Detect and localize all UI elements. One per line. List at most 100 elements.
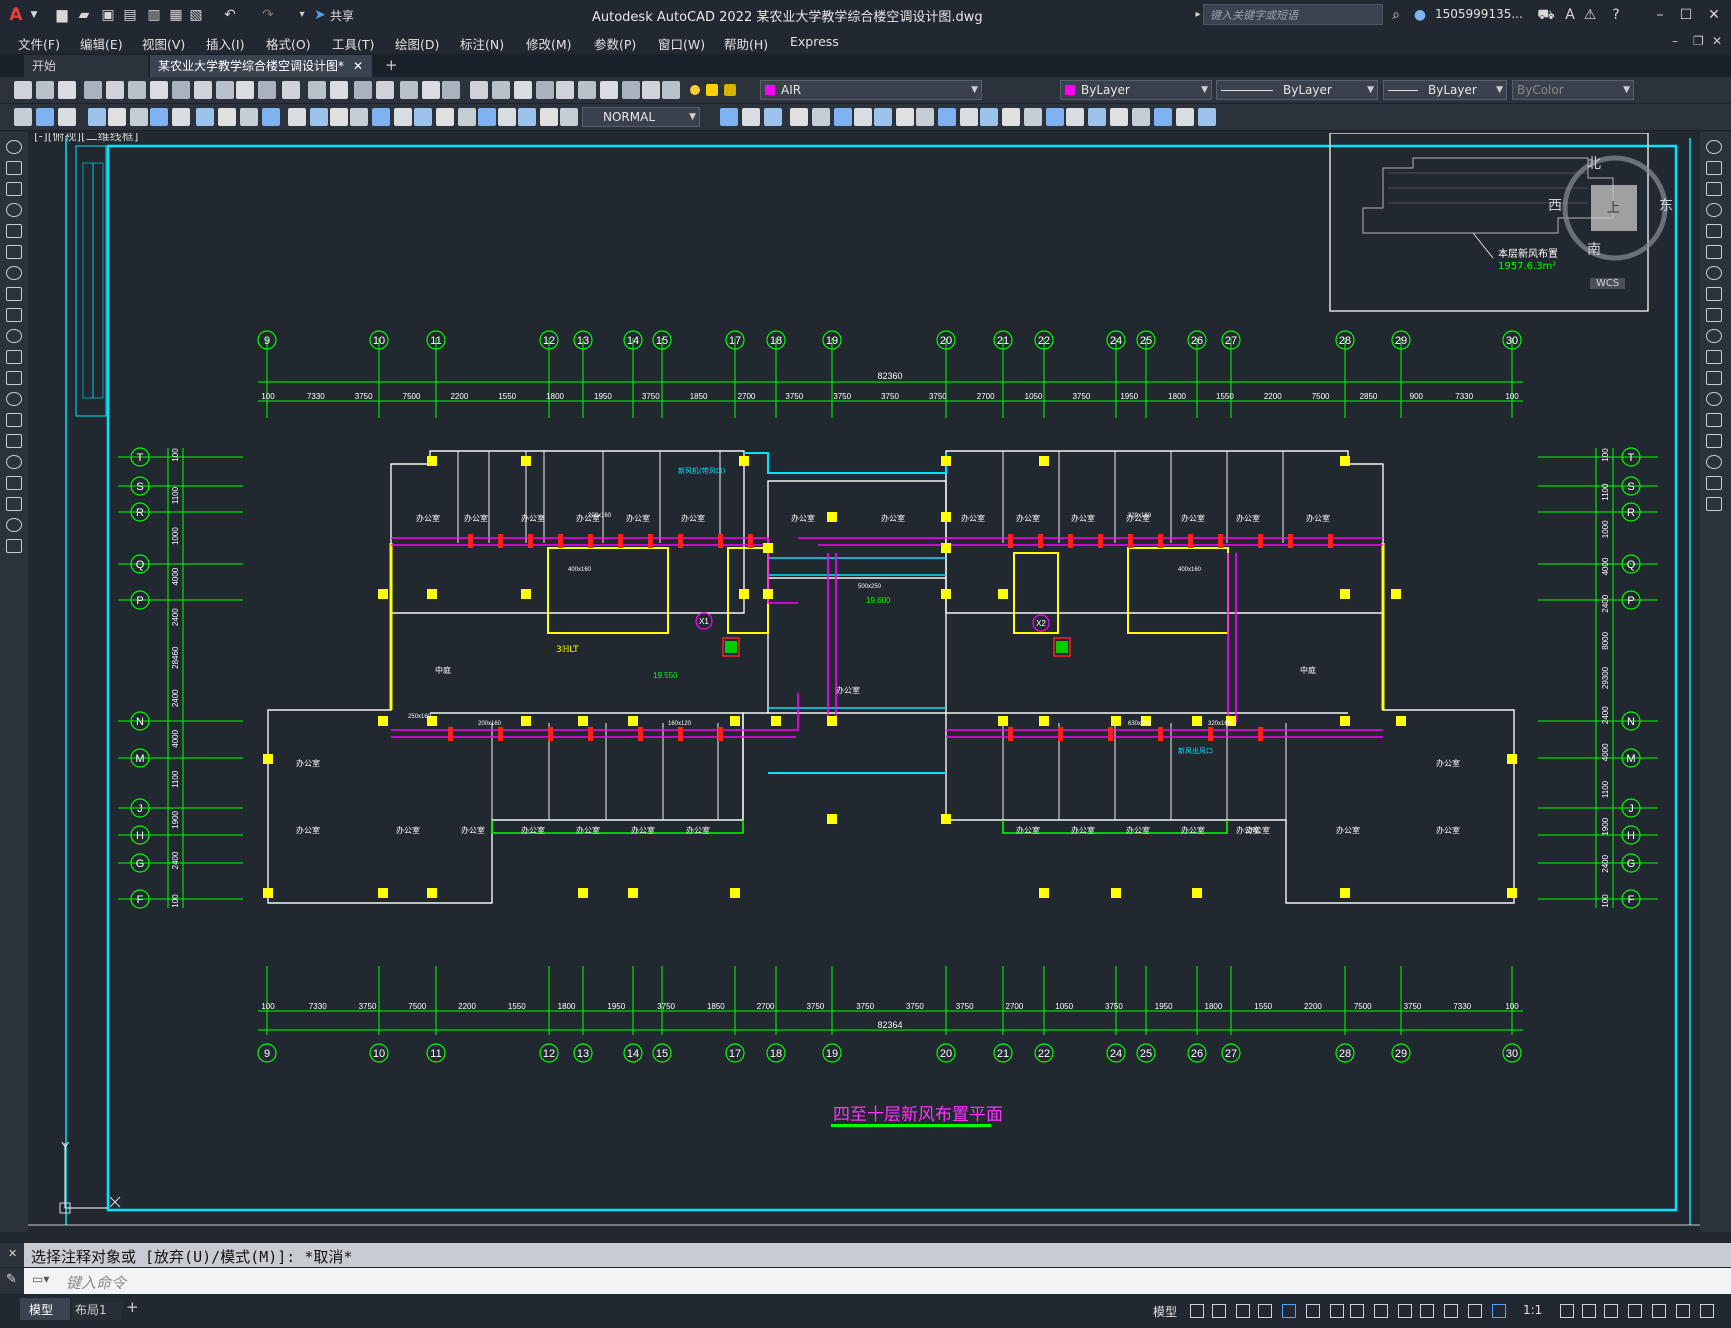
menu-edit[interactable]: 编辑(E) bbox=[80, 34, 123, 53]
status-toggle-icon-8[interactable] bbox=[1350, 1304, 1364, 1318]
status-toggle-icon-7[interactable] bbox=[1330, 1304, 1344, 1318]
draw-palette-icon-3[interactable] bbox=[6, 182, 22, 196]
standard-tool-icon-9[interactable] bbox=[194, 81, 212, 99]
viewcube-east-label[interactable]: 东 bbox=[1659, 195, 1673, 215]
standard-tool-icon-25[interactable] bbox=[556, 81, 574, 99]
lineweight-select[interactable]: ByLayer ▼ bbox=[1383, 80, 1507, 100]
menu-express[interactable]: Express bbox=[790, 34, 839, 49]
draw-palette-icon-9[interactable] bbox=[6, 308, 22, 322]
draw-tool-icon-7[interactable] bbox=[150, 108, 168, 126]
draw-palette-icon-12[interactable] bbox=[6, 371, 22, 385]
save-as-icon[interactable]: ▤ bbox=[120, 5, 140, 25]
draw-tool-icon-28[interactable] bbox=[742, 108, 760, 126]
draw-palette-icon-10[interactable] bbox=[6, 329, 22, 343]
doc-minimize-icon[interactable]: – bbox=[1672, 34, 1678, 48]
standard-tool-icon-18[interactable] bbox=[400, 81, 418, 99]
menu-tools[interactable]: 工具(T) bbox=[332, 34, 374, 53]
draw-tool-icon-17[interactable] bbox=[372, 108, 390, 126]
save-icon[interactable]: ▣ bbox=[98, 5, 118, 25]
draw-tool-icon-3[interactable] bbox=[58, 108, 76, 126]
modify-palette-icon-10[interactable] bbox=[1706, 329, 1722, 343]
draw-tool-icon-4[interactable] bbox=[88, 108, 106, 126]
draw-palette-icon-7[interactable] bbox=[6, 266, 22, 280]
layer-select[interactable]: AIR ▼ bbox=[760, 80, 982, 100]
status-toggle-icon-17[interactable] bbox=[1604, 1304, 1618, 1318]
standard-tool-icon-28[interactable] bbox=[622, 81, 640, 99]
draw-palette-icon-18[interactable] bbox=[6, 497, 22, 511]
draw-tool-icon-41[interactable] bbox=[1024, 108, 1042, 126]
menu-draw[interactable]: 绘图(D) bbox=[395, 34, 439, 53]
wcs-menu[interactable]: WCS bbox=[1590, 278, 1626, 289]
model-space-button[interactable]: 模型 bbox=[1153, 1303, 1177, 1320]
menu-insert[interactable]: 插入(I) bbox=[206, 34, 244, 53]
status-toggle-icon-16[interactable] bbox=[1582, 1304, 1596, 1318]
draw-tool-icon-48[interactable] bbox=[1176, 108, 1194, 126]
redo-icon[interactable]: ↷ bbox=[258, 5, 278, 25]
draw-tool-icon-19[interactable] bbox=[414, 108, 432, 126]
standard-tool-icon-27[interactable] bbox=[600, 81, 618, 99]
draw-tool-icon-40[interactable] bbox=[1002, 108, 1020, 126]
menu-parametric[interactable]: 参数(P) bbox=[594, 34, 636, 53]
modify-palette-icon-18[interactable] bbox=[1706, 497, 1722, 511]
close-command-icon[interactable]: ✕ bbox=[8, 1247, 17, 1260]
status-toggle-icon-4[interactable] bbox=[1258, 1304, 1272, 1318]
standard-tool-icon-4[interactable] bbox=[84, 81, 102, 99]
tab-start[interactable]: 开始 bbox=[24, 55, 148, 77]
status-toggle-icon-2[interactable] bbox=[1212, 1304, 1226, 1318]
viewcube-north-label[interactable]: 北 bbox=[1587, 153, 1601, 173]
draw-tool-icon-12[interactable] bbox=[262, 108, 280, 126]
linetype-select[interactable]: ByLayer ▼ bbox=[1216, 80, 1378, 100]
standard-tool-icon-14[interactable] bbox=[308, 81, 326, 99]
standard-tool-icon-11[interactable] bbox=[236, 81, 254, 99]
draw-tool-icon-29[interactable] bbox=[764, 108, 782, 126]
command-input[interactable]: 键入命令 bbox=[66, 1272, 126, 1293]
app-menu-chevron-icon[interactable]: ▼ bbox=[24, 5, 44, 25]
modify-palette-icon-9[interactable] bbox=[1706, 308, 1722, 322]
user-name[interactable]: 1505999135... bbox=[1435, 7, 1523, 21]
draw-tool-icon-14[interactable] bbox=[310, 108, 328, 126]
share-label[interactable]: 共享 bbox=[330, 7, 354, 24]
draw-tool-icon-16[interactable] bbox=[350, 108, 368, 126]
draw-tool-icon-13[interactable] bbox=[288, 108, 306, 126]
doc-restore-icon[interactable]: ❐ bbox=[1693, 34, 1704, 48]
standard-tool-icon-17[interactable] bbox=[376, 81, 394, 99]
draw-tool-icon-32[interactable] bbox=[834, 108, 852, 126]
draw-tool-icon-9[interactable] bbox=[196, 108, 214, 126]
modify-palette-icon-17[interactable] bbox=[1706, 476, 1722, 490]
modify-palette-icon-3[interactable] bbox=[1706, 182, 1722, 196]
menu-dimension[interactable]: 标注(N) bbox=[460, 34, 504, 53]
status-toggle-icon-15[interactable] bbox=[1560, 1304, 1574, 1318]
modify-palette-icon-7[interactable] bbox=[1706, 266, 1722, 280]
modify-palette-icon-2[interactable] bbox=[1706, 161, 1722, 175]
open-file-icon[interactable]: ▰ bbox=[74, 5, 94, 25]
draw-tool-icon-8[interactable] bbox=[172, 108, 190, 126]
standard-tool-icon-24[interactable] bbox=[536, 81, 554, 99]
draw-tool-icon-39[interactable] bbox=[980, 108, 998, 126]
draw-palette-icon-19[interactable] bbox=[6, 518, 22, 532]
draw-tool-icon-24[interactable] bbox=[518, 108, 536, 126]
open-web-icon[interactable]: ▥ bbox=[144, 5, 164, 25]
modify-palette-icon-8[interactable] bbox=[1706, 287, 1722, 301]
draw-tool-icon-10[interactable] bbox=[218, 108, 236, 126]
status-toggle-icon-19[interactable] bbox=[1652, 1304, 1666, 1318]
status-toggle-icon-6[interactable] bbox=[1306, 1304, 1320, 1318]
draw-tool-icon-49[interactable] bbox=[1198, 108, 1216, 126]
draw-tool-icon-36[interactable] bbox=[916, 108, 934, 126]
modify-palette-icon-11[interactable] bbox=[1706, 350, 1722, 364]
draw-tool-icon-27[interactable] bbox=[720, 108, 738, 126]
draw-tool-icon-31[interactable] bbox=[812, 108, 830, 126]
draw-palette-icon-17[interactable] bbox=[6, 476, 22, 490]
status-toggle-icon-14[interactable] bbox=[1492, 1304, 1506, 1318]
save-web-icon[interactable]: ▦ bbox=[166, 5, 186, 25]
draw-tool-icon-43[interactable] bbox=[1066, 108, 1084, 126]
status-toggle-icon-1[interactable] bbox=[1190, 1304, 1204, 1318]
standard-tool-icon-15[interactable] bbox=[330, 81, 348, 99]
draw-palette-icon-8[interactable] bbox=[6, 287, 22, 301]
customize-chevron-icon[interactable]: ▾ bbox=[292, 5, 312, 25]
undo-icon[interactable]: ↶ bbox=[220, 5, 240, 25]
viewcube-west-label[interactable]: 西 bbox=[1548, 195, 1562, 215]
draw-tool-icon-23[interactable] bbox=[498, 108, 516, 126]
draw-tool-icon-44[interactable] bbox=[1088, 108, 1106, 126]
cart-icon[interactable]: ⛟ bbox=[1536, 5, 1556, 25]
text-style-select[interactable]: NORMAL ▼ bbox=[582, 107, 700, 127]
